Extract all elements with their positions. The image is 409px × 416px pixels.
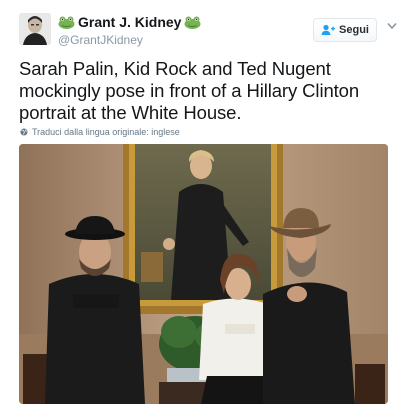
user-info: Grant J. Kidney @GrantJKidney xyxy=(58,13,201,47)
name-row[interactable]: Grant J. Kidney xyxy=(58,13,201,31)
follow-button-label: Segui xyxy=(339,24,369,36)
frog-face-emoji-icon xyxy=(58,16,75,29)
frog-face-emoji-icon xyxy=(184,16,201,29)
display-name[interactable]: Grant J. Kidney xyxy=(78,14,181,30)
user-handle[interactable]: @GrantJKidney xyxy=(58,33,201,47)
add-person-icon xyxy=(321,24,336,35)
chevron-down-icon[interactable] xyxy=(387,22,397,30)
tweet-header: Grant J. Kidney @GrantJKidney Segui xyxy=(15,10,397,50)
avatar[interactable] xyxy=(19,13,51,45)
tweet-photo[interactable] xyxy=(19,144,388,404)
globe-icon xyxy=(20,128,28,136)
follow-button[interactable]: Segui xyxy=(313,18,377,42)
avatar-image xyxy=(19,13,51,45)
tweet-text: Sarah Palin, Kid Rock and Ted Nugent moc… xyxy=(19,58,360,123)
photo-scene xyxy=(19,144,388,404)
translate-label: Traduci dalla lingua originale: inglese xyxy=(32,127,180,137)
translate-link[interactable]: Traduci dalla lingua originale: inglese xyxy=(20,127,180,137)
tweet-card: Grant J. Kidney @GrantJKidney Segui Sara… xyxy=(0,0,409,416)
